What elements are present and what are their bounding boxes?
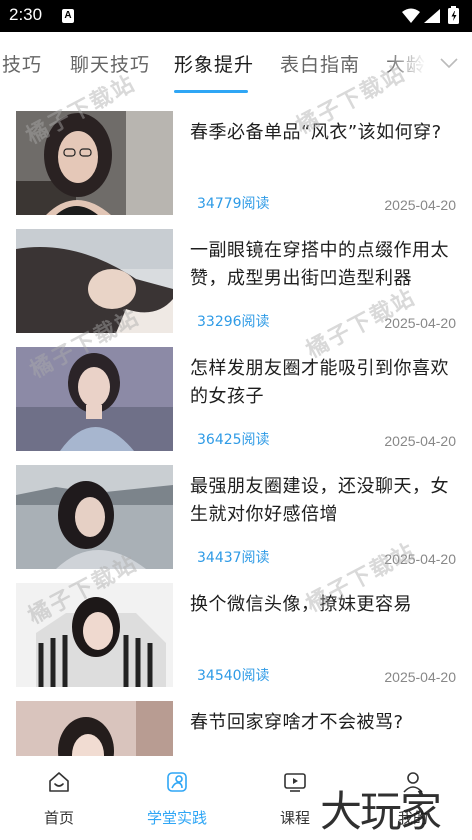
signal-icon — [424, 9, 440, 23]
category-tabs: 技巧 聊天技巧 形象提升 表白指南 大龄 — [0, 32, 472, 94]
nav-label: 首页 — [43, 809, 74, 827]
battery-icon — [448, 6, 459, 24]
article-thumbnail — [16, 701, 173, 756]
article-thumbnail — [16, 111, 173, 215]
article-read-count: 34437阅读 — [197, 550, 270, 566]
tab-skills[interactable]: 技巧 — [2, 50, 42, 77]
tab-image-boost[interactable]: 形象提升 — [174, 50, 254, 77]
article-title: 怎样发朋友圈才能吸引到你喜欢的女孩子 — [190, 358, 449, 407]
article-thumbnail — [16, 347, 173, 451]
notification-badge: A — [62, 9, 74, 23]
status-icons — [400, 6, 464, 26]
article-date: 2025-04-20 — [384, 315, 456, 331]
brand-watermark: 大玩家 — [320, 787, 442, 836]
status-bar: 2:30 A — [0, 0, 472, 32]
course-icon — [284, 773, 306, 792]
tabs-fade — [386, 32, 426, 94]
nav-label: 学堂实践 — [146, 809, 207, 827]
article-date: 2025-04-20 — [384, 551, 456, 567]
article-title: 最强朋友圈建设，还没聊天，女生就对你好感倍增 — [190, 476, 449, 525]
practice-icon — [167, 772, 187, 792]
article-item[interactable]: 最强朋友圈建设，还没聊天，女生就对你好感倍增 34437阅读 2025-04-2… — [0, 465, 472, 583]
chevron-down-icon — [440, 58, 458, 69]
article-item[interactable]: 一副眼镜在穿搭中的点缀作用太赞，成型男出街凹造型利器 33296阅读 2025-… — [0, 229, 472, 347]
article-read-count: 33296阅读 — [197, 314, 270, 330]
article-read-count: 36425阅读 — [197, 432, 270, 448]
nav-practice[interactable]: 学堂实践 — [118, 756, 236, 840]
status-time: 2:30 — [9, 5, 43, 24]
home-icon — [49, 772, 69, 792]
article-thumbnail — [16, 229, 173, 333]
article-read-count: 34779阅读 — [197, 196, 270, 212]
wifi-icon — [402, 8, 420, 23]
article-title: 一副眼镜在穿搭中的点缀作用太赞，成型男出街凹造型利器 — [190, 240, 449, 289]
tab-confession-guide[interactable]: 表白指南 — [280, 50, 360, 77]
article-list: 春季必备单品“风衣”该如何穿? 34779阅读 2025-04-20 一副眼镜在… — [0, 94, 472, 756]
article-date: 2025-04-20 — [384, 433, 456, 449]
article-item[interactable]: 换个微信头像，撩妹更容易 34540阅读 2025-04-20 — [0, 583, 472, 701]
nav-home[interactable]: 首页 — [0, 756, 118, 840]
article-item[interactable]: 春节回家穿啥才不会被骂? — [0, 701, 472, 756]
article-thumbnail — [16, 465, 173, 569]
article-date: 2025-04-20 — [384, 669, 456, 685]
article-read-count: 34540阅读 — [197, 668, 270, 684]
article-title: 春季必备单品“风衣”该如何穿? — [190, 122, 442, 143]
article-thumbnail — [16, 583, 173, 687]
article-title: 春节回家穿啥才不会被骂? — [190, 712, 404, 733]
tab-chat-skills[interactable]: 聊天技巧 — [70, 50, 150, 77]
active-tab-indicator — [174, 90, 248, 93]
article-item[interactable]: 怎样发朋友圈才能吸引到你喜欢的女孩子 36425阅读 2025-04-20 — [0, 347, 472, 465]
article-title: 换个微信头像，撩妹更容易 — [190, 594, 412, 615]
tabs-expand-button[interactable] — [426, 32, 472, 94]
article-date: 2025-04-20 — [384, 197, 456, 213]
article-item[interactable]: 春季必备单品“风衣”该如何穿? 34779阅读 2025-04-20 — [0, 111, 472, 229]
